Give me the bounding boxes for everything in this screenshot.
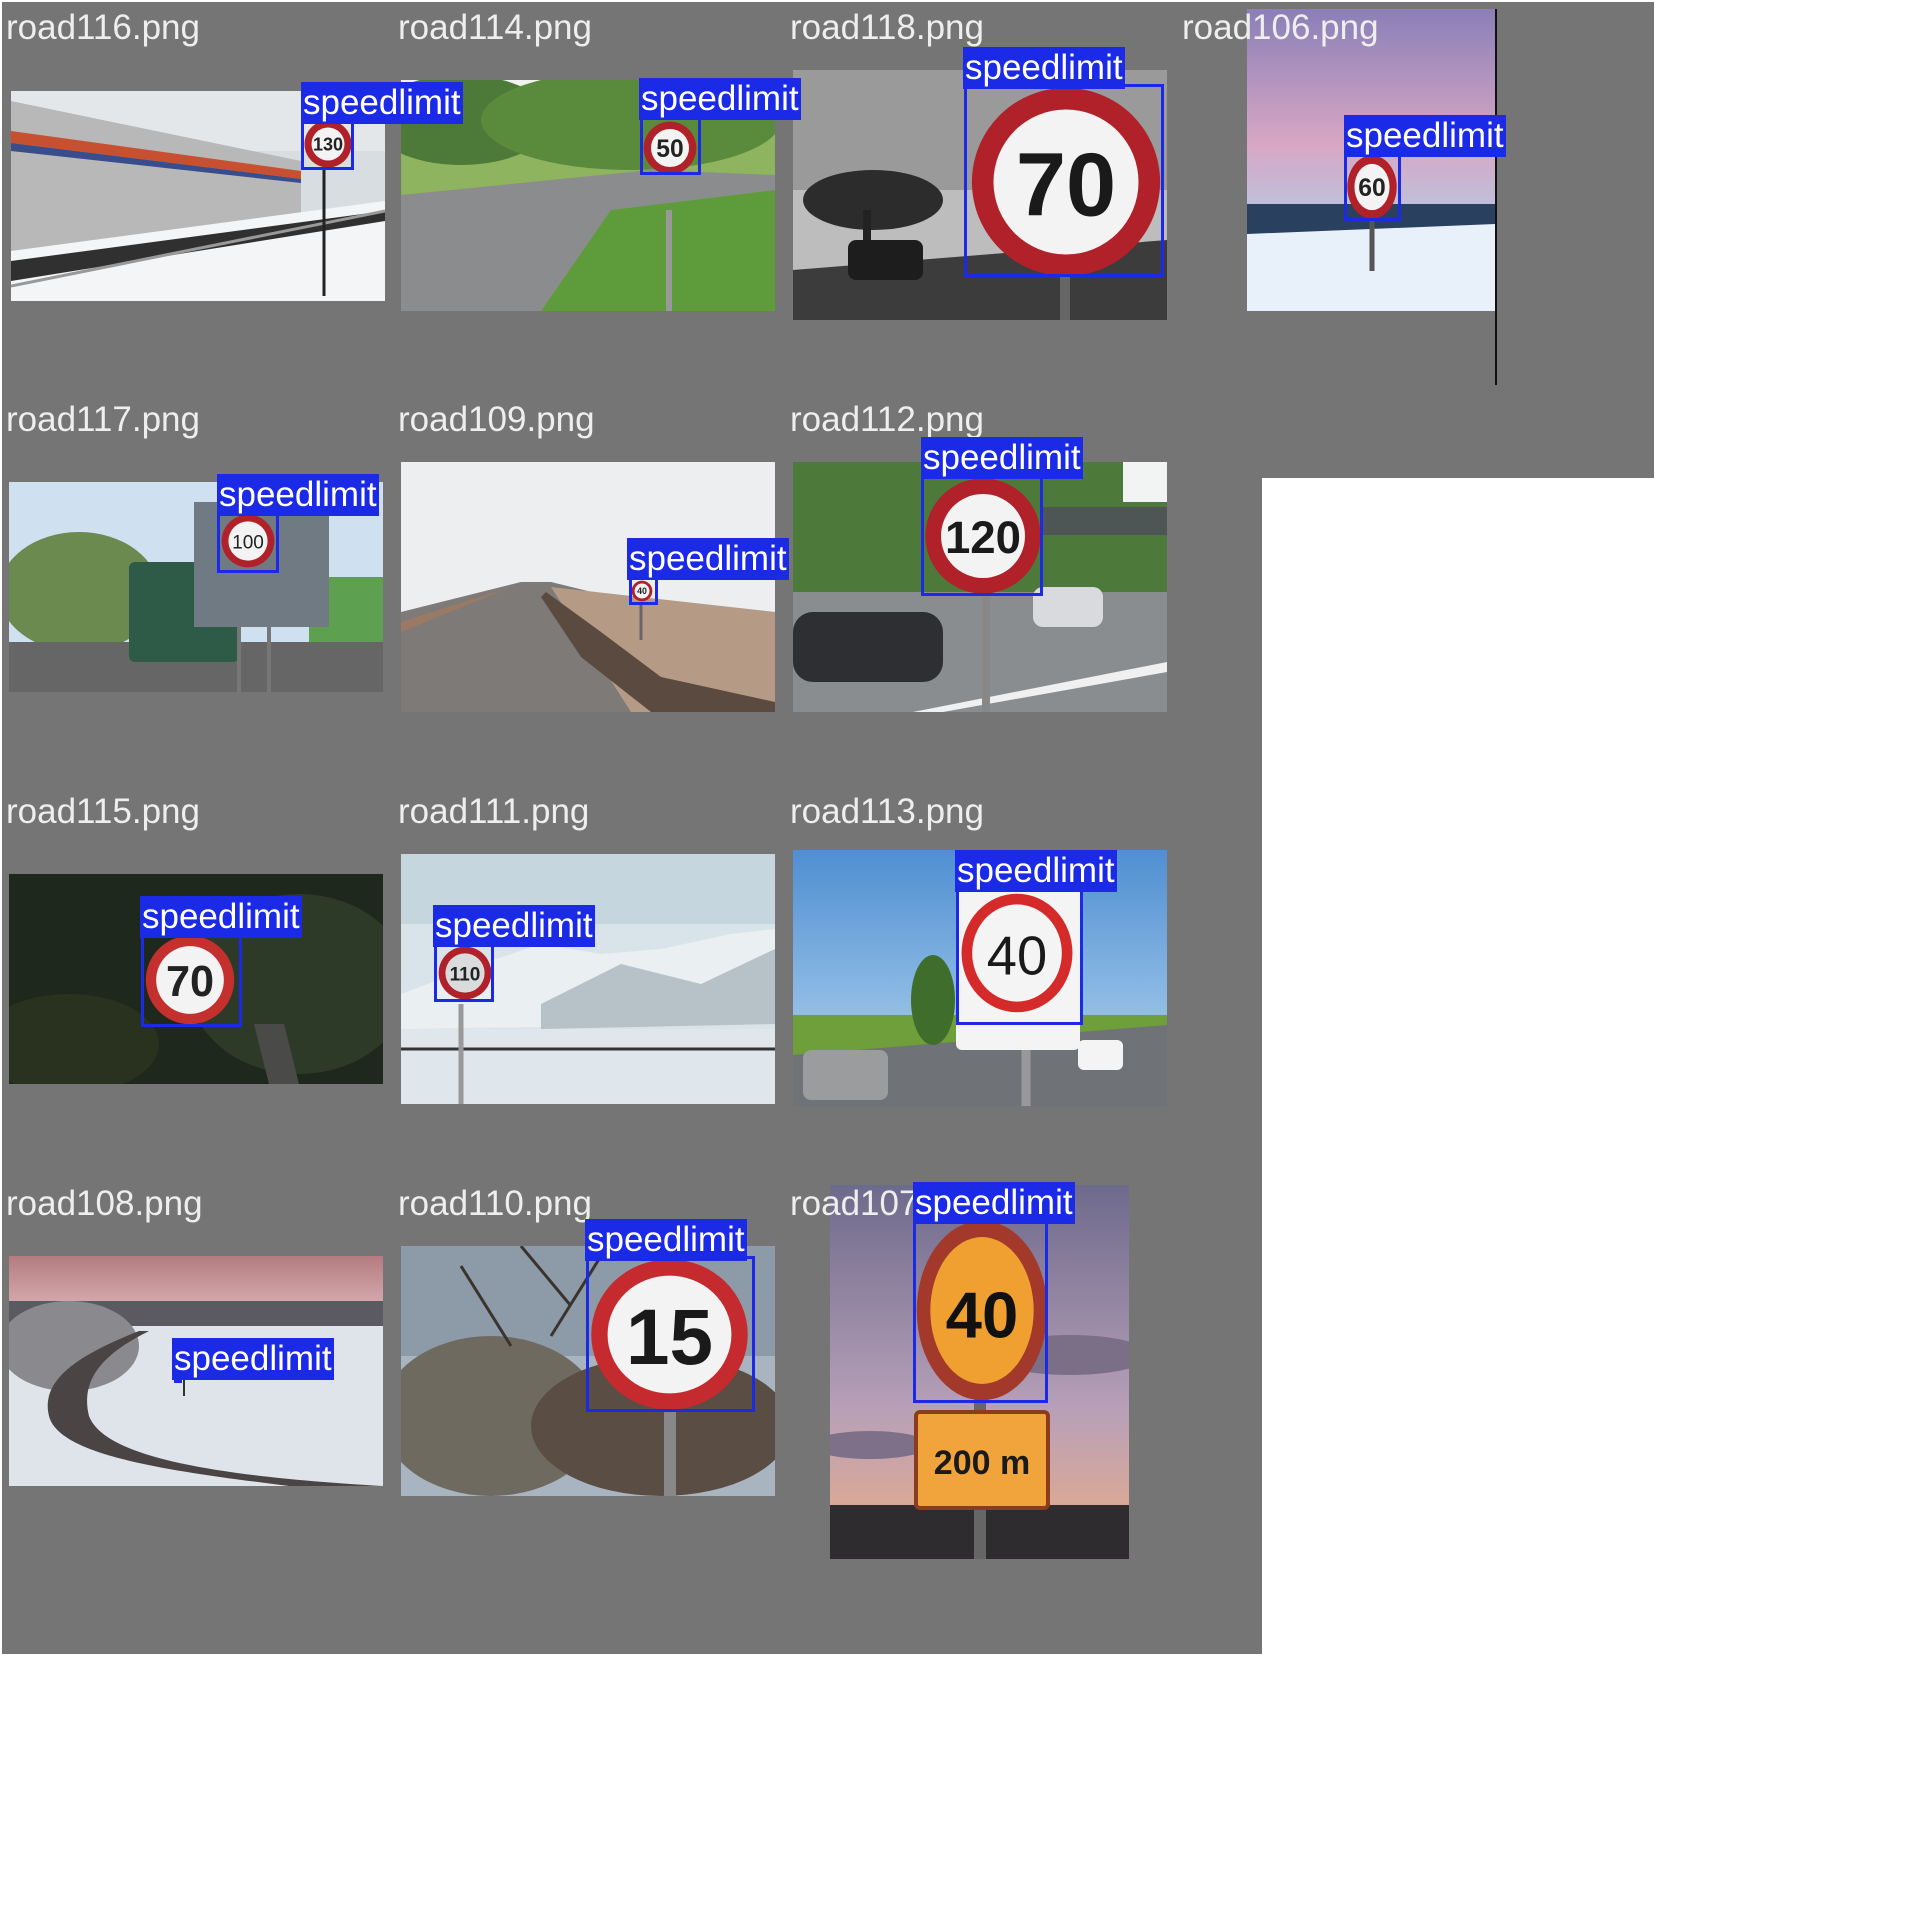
- image-filename: road113.png: [790, 792, 984, 831]
- detection-label: speedlimit: [140, 896, 302, 938]
- detection-label: speedlimit: [301, 82, 463, 124]
- detection-label: speedlimit: [955, 850, 1117, 892]
- detection-box: [921, 474, 1043, 596]
- detection-box: [301, 118, 354, 170]
- image-filename: road117.png: [6, 400, 200, 439]
- detection-box: [629, 577, 658, 605]
- image-filename: road115.png: [6, 792, 200, 831]
- image-filename: road110.png: [398, 1184, 592, 1223]
- image-filename: road106.png: [1182, 8, 1379, 47]
- detection-box: [913, 1220, 1048, 1403]
- result-cell-road107: road107.png 40 200 m speedlimit: [786, 1178, 1262, 1654]
- detection-label: speedlimit: [1344, 115, 1506, 157]
- detection-label: speedlimit: [913, 1182, 1075, 1224]
- image-filename: road108.png: [6, 1184, 203, 1223]
- image-edge: [1495, 9, 1497, 385]
- detection-label: speedlimit: [585, 1219, 747, 1261]
- detection-label: speedlimit: [627, 538, 789, 580]
- photo-road109: [401, 462, 775, 712]
- detection-label: speedlimit: [639, 78, 801, 120]
- image-filename: road111.png: [398, 792, 590, 831]
- detection-label: speedlimit: [433, 905, 595, 947]
- image-filename: road114.png: [398, 8, 592, 47]
- image-filename: road109.png: [398, 400, 595, 439]
- image-filename: road116.png: [6, 8, 200, 47]
- image-filename: road112.png: [790, 400, 984, 439]
- detection-box: [640, 115, 701, 175]
- image-filename: road118.png: [790, 8, 984, 47]
- detection-label: speedlimit: [172, 1338, 334, 1380]
- detection-box: [956, 887, 1083, 1025]
- detection-label: speedlimit: [921, 437, 1083, 479]
- detection-label: speedlimit: [963, 47, 1125, 89]
- distance-plate: 200 m: [914, 1410, 1050, 1510]
- detection-box: [141, 933, 242, 1027]
- detection-box: [586, 1256, 755, 1412]
- detection-box: [964, 84, 1164, 277]
- detection-box: [1344, 152, 1401, 221]
- detection-box: [217, 511, 279, 573]
- svg-text:200 m: 200 m: [934, 1444, 1030, 1482]
- detection-label: speedlimit: [217, 474, 379, 516]
- detection-box: [434, 943, 494, 1002]
- detection-results-grid: road116.png 130 speedlimit road114.png 5…: [0, 0, 1920, 1920]
